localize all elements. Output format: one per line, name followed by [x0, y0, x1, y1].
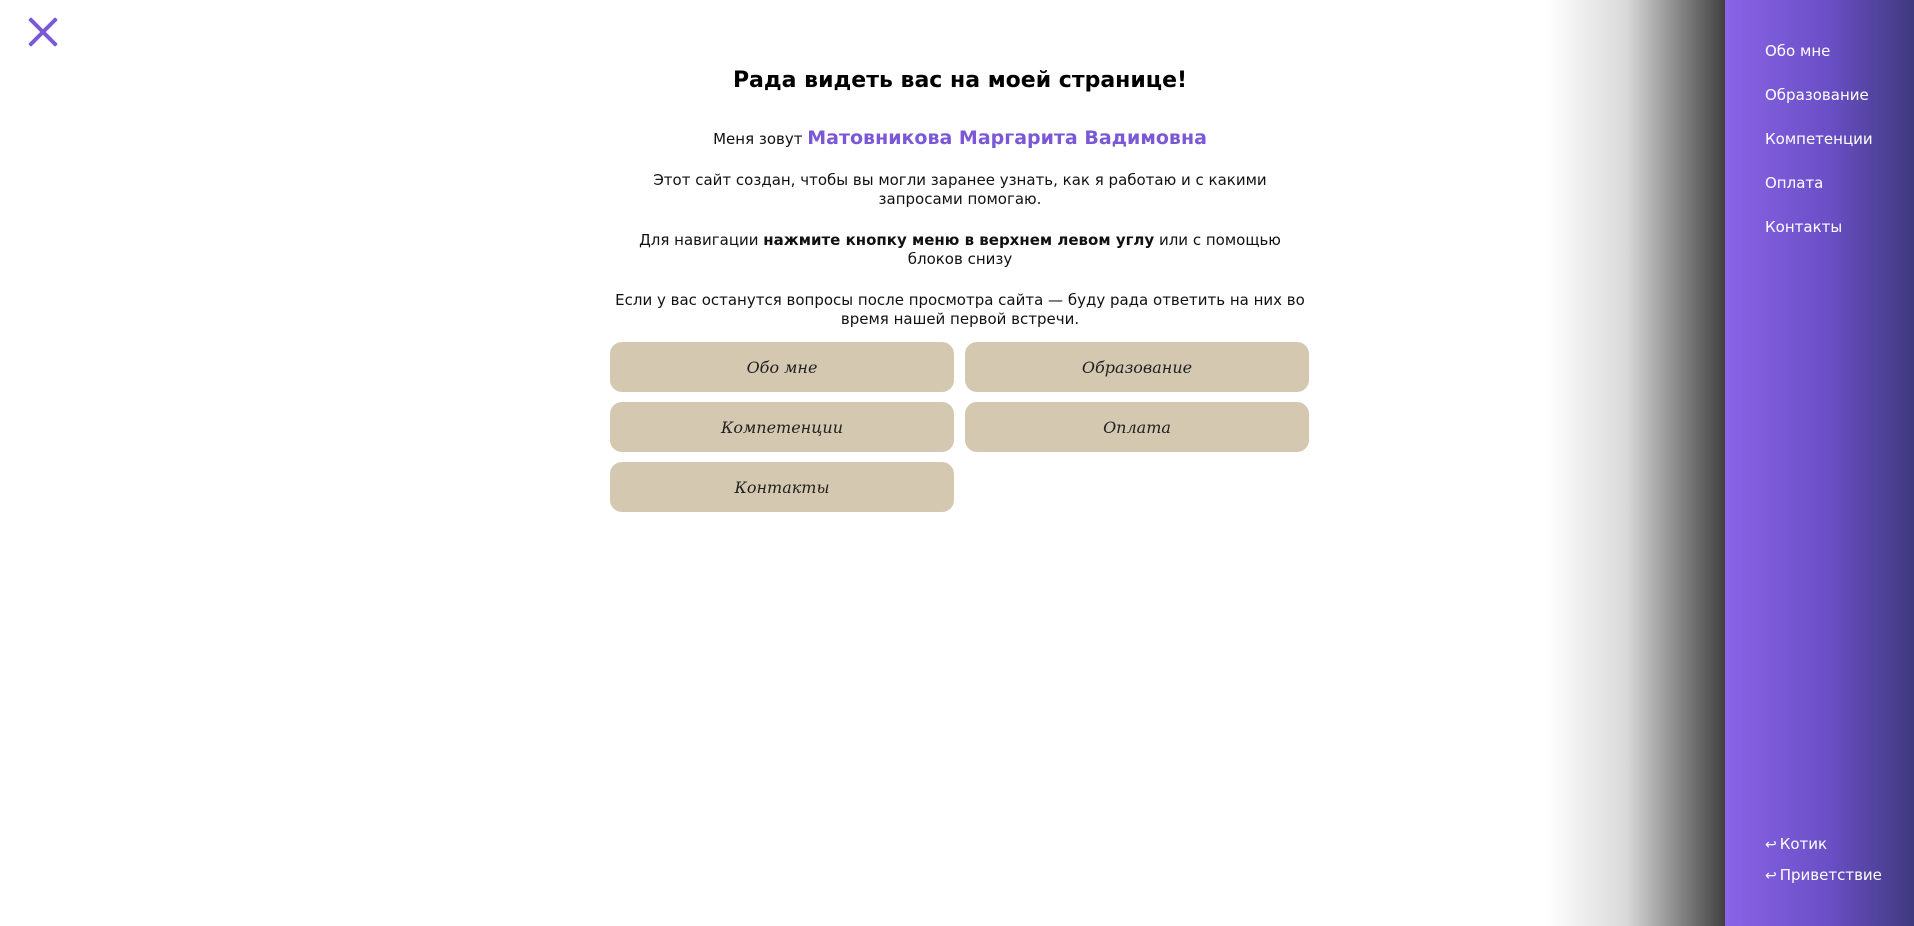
author-name: Матовникова Маргарита Вадимовна: [807, 127, 1207, 149]
sidebar-item-competencies[interactable]: Компетенции: [1765, 130, 1873, 174]
sidebar-shadow: [1545, 0, 1725, 926]
questions-text: Если у вас останутся вопросы после просм…: [615, 291, 1305, 328]
navigation-hint-start: Для навигации: [639, 231, 764, 249]
navigation-hint-text: Для навигации нажмите кнопку меню в верх…: [610, 231, 1310, 269]
return-arrow-icon: ↩: [1765, 837, 1777, 853]
block-competencies[interactable]: Компетенции: [610, 402, 954, 452]
welcome-section: Рада видеть вас на моей странице! Меня з…: [610, 0, 1310, 329]
return-arrow-icon: ↩: [1765, 868, 1777, 884]
back-links: ↩ Котик ↩ Приветствие: [1765, 835, 1882, 897]
page-title: Рада видеть вас на моей странице!: [732, 68, 1188, 93]
block-education[interactable]: Образование: [965, 342, 1309, 392]
sidebar-menu: Обо мне Образование Компетенции Оплата К…: [1725, 0, 1914, 926]
intro-prefix: Меня зовут: [713, 130, 808, 148]
navigation-blocks: Обо мне Образование Компетенции Оплата К…: [610, 342, 1310, 512]
block-about[interactable]: Обо мне: [610, 342, 954, 392]
close-icon[interactable]: [22, 14, 62, 50]
sidebar-item-about[interactable]: Обо мне: [1765, 42, 1873, 86]
back-link-label: Приветствие: [1779, 866, 1882, 884]
block-contacts[interactable]: Контакты: [610, 462, 954, 512]
intro-line: Меня зовут Матовникова Маргарита Вадимов…: [610, 127, 1310, 149]
back-link-kotik[interactable]: ↩ Котик: [1765, 835, 1882, 866]
block-payment[interactable]: Оплата: [965, 402, 1309, 452]
sidebar-item-education[interactable]: Образование: [1765, 86, 1873, 130]
site-purpose-text: Этот сайт создан, чтобы вы могли заранее…: [653, 171, 1267, 208]
back-link-label: Котик: [1779, 835, 1828, 853]
sidebar-item-payment[interactable]: Оплата: [1765, 174, 1873, 218]
sidebar-item-contacts[interactable]: Контакты: [1765, 218, 1873, 262]
sidebar-nav: Обо мне Образование Компетенции Оплата К…: [1765, 42, 1873, 262]
back-link-greeting[interactable]: ↩ Приветствие: [1765, 866, 1882, 897]
navigation-hint-bold: нажмите кнопку меню в верхнем левом углу: [763, 231, 1155, 249]
